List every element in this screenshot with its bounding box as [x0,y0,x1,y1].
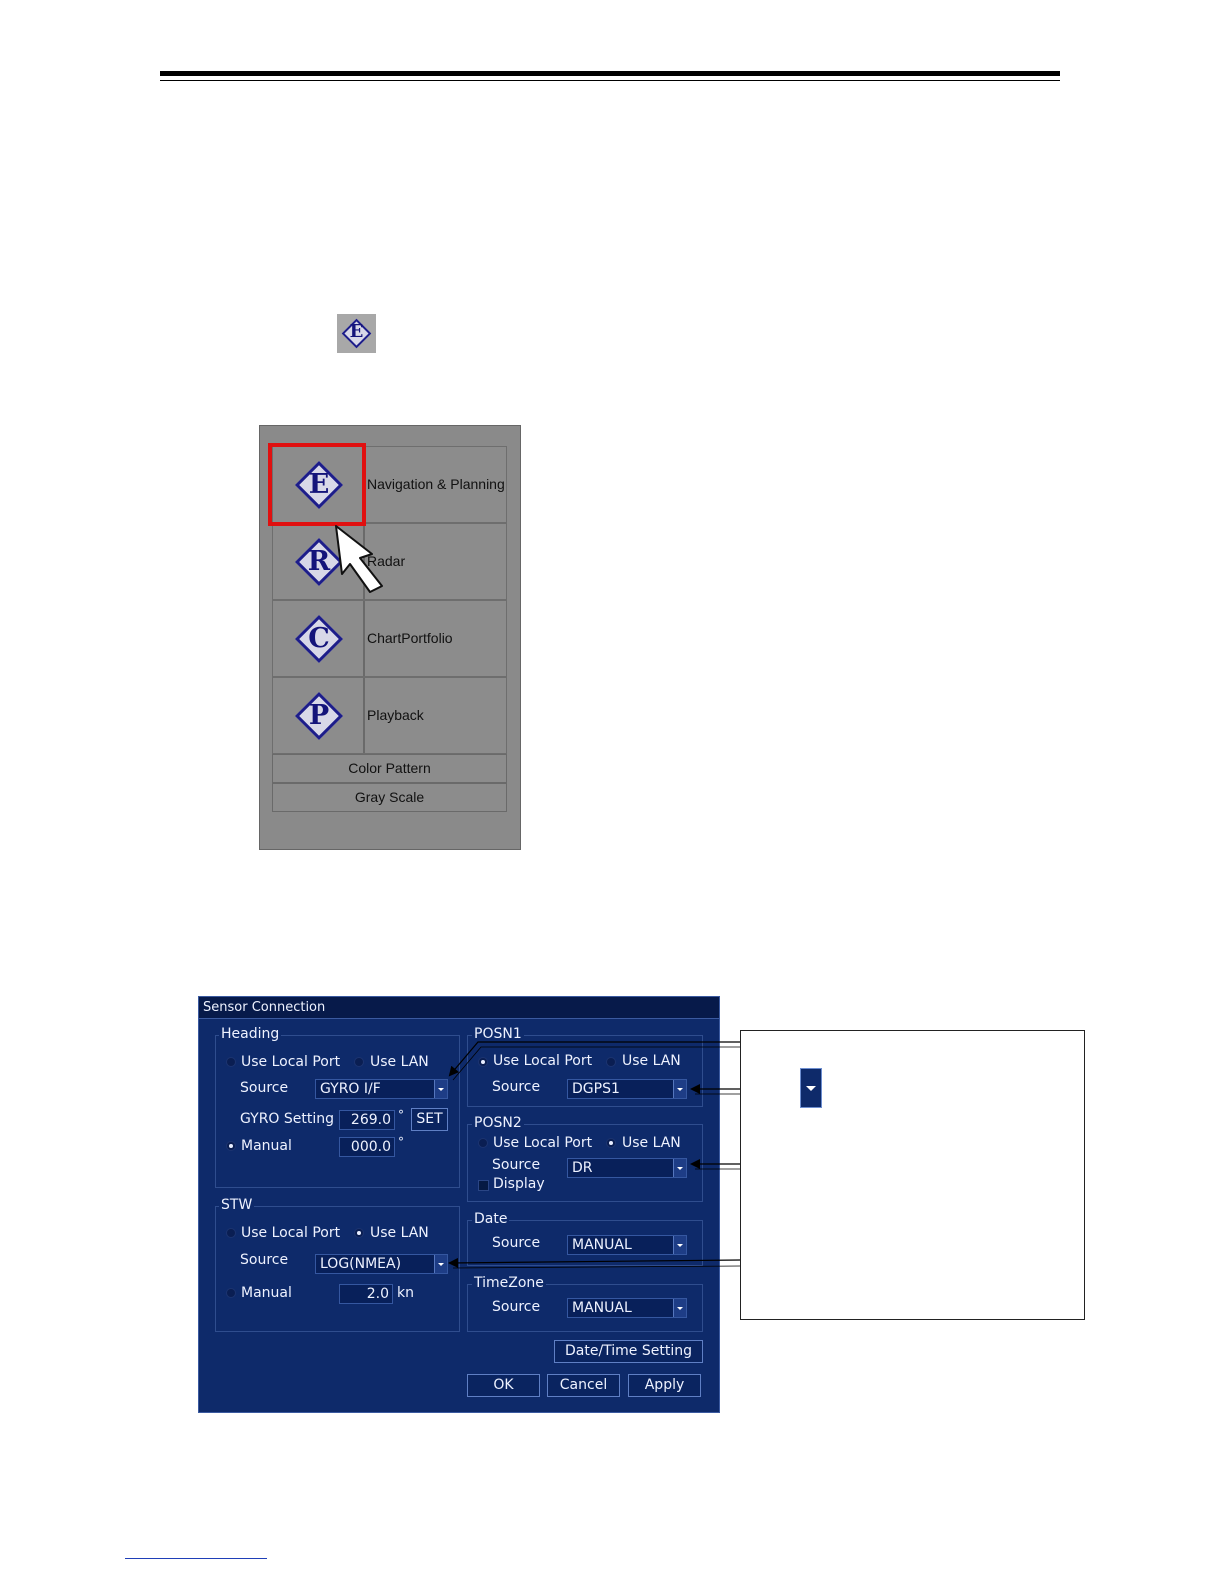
callout-connectors [448,1041,741,1269]
footer-rule [125,1558,267,1559]
